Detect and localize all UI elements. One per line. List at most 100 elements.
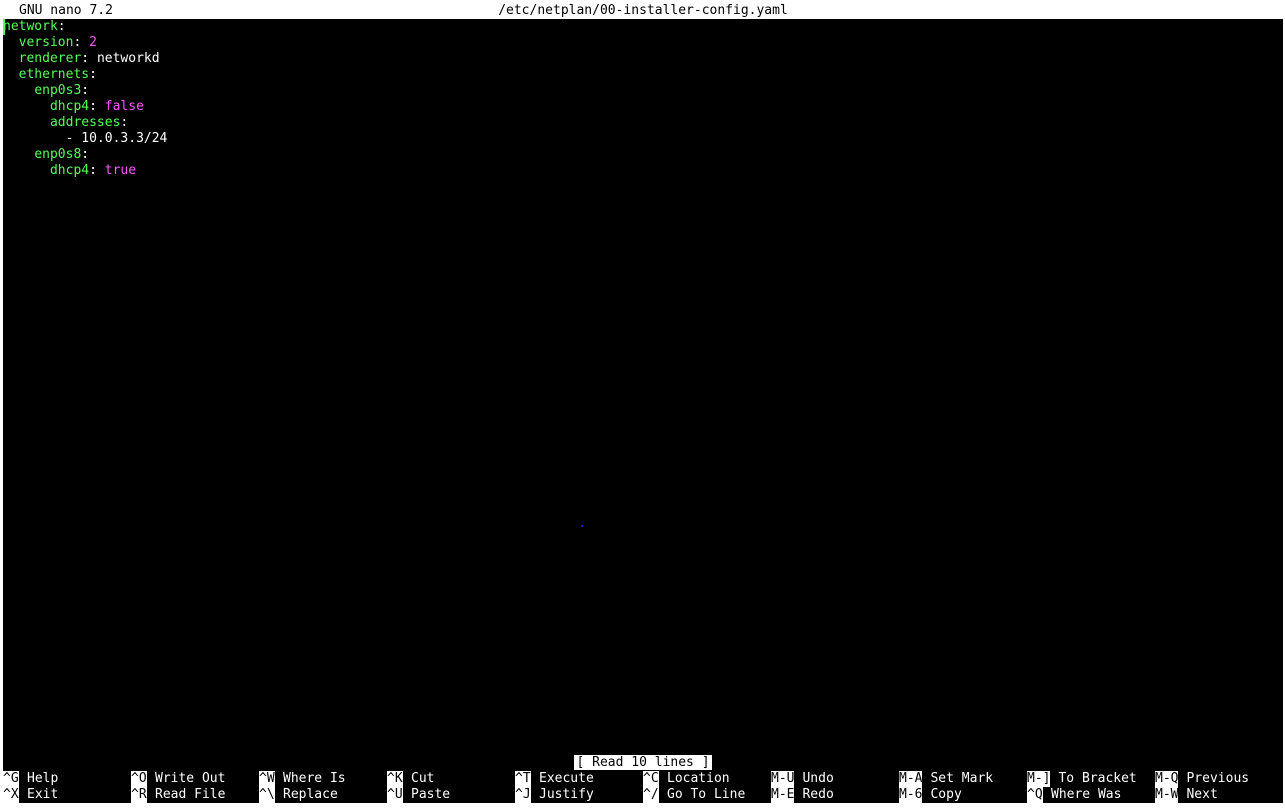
shortcut-key: M-Q: [1155, 771, 1179, 787]
yaml-value: false: [104, 99, 144, 114]
shortcut-key: ^Q: [1027, 787, 1043, 803]
shortcut-key: ^W: [259, 771, 275, 787]
nano-title-bar: GNU nano 7.2 /etc/netplan/00-installer-c…: [3, 3, 1283, 19]
shortcut-redo[interactable]: M-E Redo: [771, 787, 834, 803]
yaml-separator: :: [57, 19, 66, 34]
stray-pixel: [581, 525, 583, 527]
shortcut-copy[interactable]: M-6 Copy: [899, 787, 962, 803]
shortcut-label: Help: [27, 771, 59, 786]
yaml-key: addresses: [49, 115, 121, 130]
yaml-value: 2: [89, 35, 97, 50]
editor-line[interactable]: dhcp4: true: [3, 163, 136, 179]
shortcut-key: ^C: [643, 771, 659, 787]
shortcut-label: Replace: [283, 787, 338, 802]
shortcut-label: Redo: [802, 787, 834, 802]
shortcut-where-is[interactable]: ^W Where Is: [259, 771, 346, 787]
shortcut-key: M-A: [899, 771, 923, 787]
shortcut-undo[interactable]: M-U Undo: [771, 771, 834, 787]
shortcut-where-was[interactable]: ^Q Where Was: [1027, 787, 1121, 803]
editor-line[interactable]: - 10.0.3.3/24: [3, 131, 168, 147]
shortcut-next[interactable]: M-W Next: [1155, 787, 1218, 803]
shortcut-cut[interactable]: ^K Cut: [387, 771, 434, 787]
shortcut-replace[interactable]: ^\ Replace: [259, 787, 338, 803]
shortcut-key: ^K: [387, 771, 403, 787]
shortcut-label: Location: [667, 771, 730, 786]
shortcut-key: ^U: [387, 787, 403, 803]
yaml-separator: -: [65, 131, 82, 146]
shortcut-key: M-]: [1027, 771, 1051, 787]
editor-line[interactable]: version: 2: [3, 35, 97, 51]
yaml-value: networkd: [96, 51, 160, 66]
shortcut-key: M-W: [1155, 787, 1179, 803]
shortcut-label: Execute: [539, 771, 594, 786]
shortcut-help[interactable]: ^G Help: [3, 771, 58, 787]
shortcut-label: Copy: [930, 787, 962, 802]
shortcut-label: Go To Line: [667, 787, 746, 802]
shortcut-execute[interactable]: ^T Execute: [515, 771, 594, 787]
editor-line[interactable]: renderer: networkd: [3, 51, 160, 67]
shortcut-key: M-U: [771, 771, 795, 787]
shortcut-justify[interactable]: ^J Justify: [515, 787, 594, 803]
shortcut-paste[interactable]: ^U Paste: [387, 787, 450, 803]
shortcut-key: ^G: [3, 771, 19, 787]
shortcut-key: ^T: [515, 771, 531, 787]
editor-line[interactable]: enp0s8:: [3, 147, 89, 163]
shortcut-exit[interactable]: ^X Exit: [3, 787, 58, 803]
shortcut-key: ^\: [259, 787, 275, 803]
yaml-key: network: [3, 19, 58, 34]
shortcut-label: Justify: [539, 787, 594, 802]
shortcut-key: ^O: [131, 771, 147, 787]
yaml-key: renderer: [18, 51, 82, 66]
shortcut-previous[interactable]: M-Q Previous: [1155, 771, 1249, 787]
shortcut-label: Previous: [1186, 771, 1250, 786]
yaml-key: dhcp4: [49, 99, 90, 114]
shortcut-go-to-line[interactable]: ^/ Go To Line: [643, 787, 745, 803]
shortcut-key: ^X: [3, 787, 19, 803]
shortcut-to-bracket[interactable]: M-] To Bracket: [1027, 771, 1137, 787]
shortcut-location[interactable]: ^C Location: [643, 771, 730, 787]
yaml-value: 10.0.3.3/24: [81, 131, 168, 146]
yaml-separator: :: [81, 51, 97, 66]
yaml-value: true: [104, 163, 137, 178]
yaml-key: version: [18, 35, 74, 50]
yaml-key: ethernets: [18, 67, 90, 82]
shortcut-label: Next: [1186, 787, 1218, 802]
editor-line[interactable]: addresses:: [3, 115, 128, 131]
editor-line[interactable]: network:: [3, 19, 66, 35]
shortcut-read-file[interactable]: ^R Read File: [131, 787, 225, 803]
yaml-separator: :: [73, 35, 90, 50]
editor-line[interactable]: ethernets:: [3, 67, 97, 83]
shortcut-label: To Bracket: [1058, 771, 1137, 786]
editor-line[interactable]: enp0s3:: [3, 83, 89, 99]
shortcut-label: Where Was: [1051, 787, 1122, 802]
shortcut-key: ^J: [515, 787, 531, 803]
shortcut-label: Read File: [155, 787, 226, 802]
shortcut-key: M-6: [899, 787, 923, 803]
shortcut-set-mark[interactable]: M-A Set Mark: [899, 771, 993, 787]
yaml-separator: :: [81, 147, 90, 162]
status-message-text: [ Read 10 lines ]: [574, 755, 712, 770]
yaml-separator: :: [120, 115, 129, 130]
shortcut-label: Set Mark: [930, 771, 994, 786]
yaml-separator: :: [81, 83, 90, 98]
shortcut-write-out[interactable]: ^O Write Out: [131, 771, 225, 787]
yaml-separator: :: [89, 99, 105, 114]
shortcut-key: ^R: [131, 787, 147, 803]
yaml-key: enp0s3: [34, 83, 82, 98]
yaml-key: dhcp4: [49, 163, 90, 178]
shortcut-label: Exit: [27, 787, 59, 802]
shortcut-label: Undo: [802, 771, 834, 786]
shortcut-label: Where Is: [283, 771, 346, 786]
shortcut-label: Write Out: [155, 771, 226, 786]
editor-line[interactable]: dhcp4: false: [3, 99, 144, 115]
terminal-screen[interactable]: GNU nano 7.2 /etc/netplan/00-installer-c…: [3, 3, 1283, 803]
